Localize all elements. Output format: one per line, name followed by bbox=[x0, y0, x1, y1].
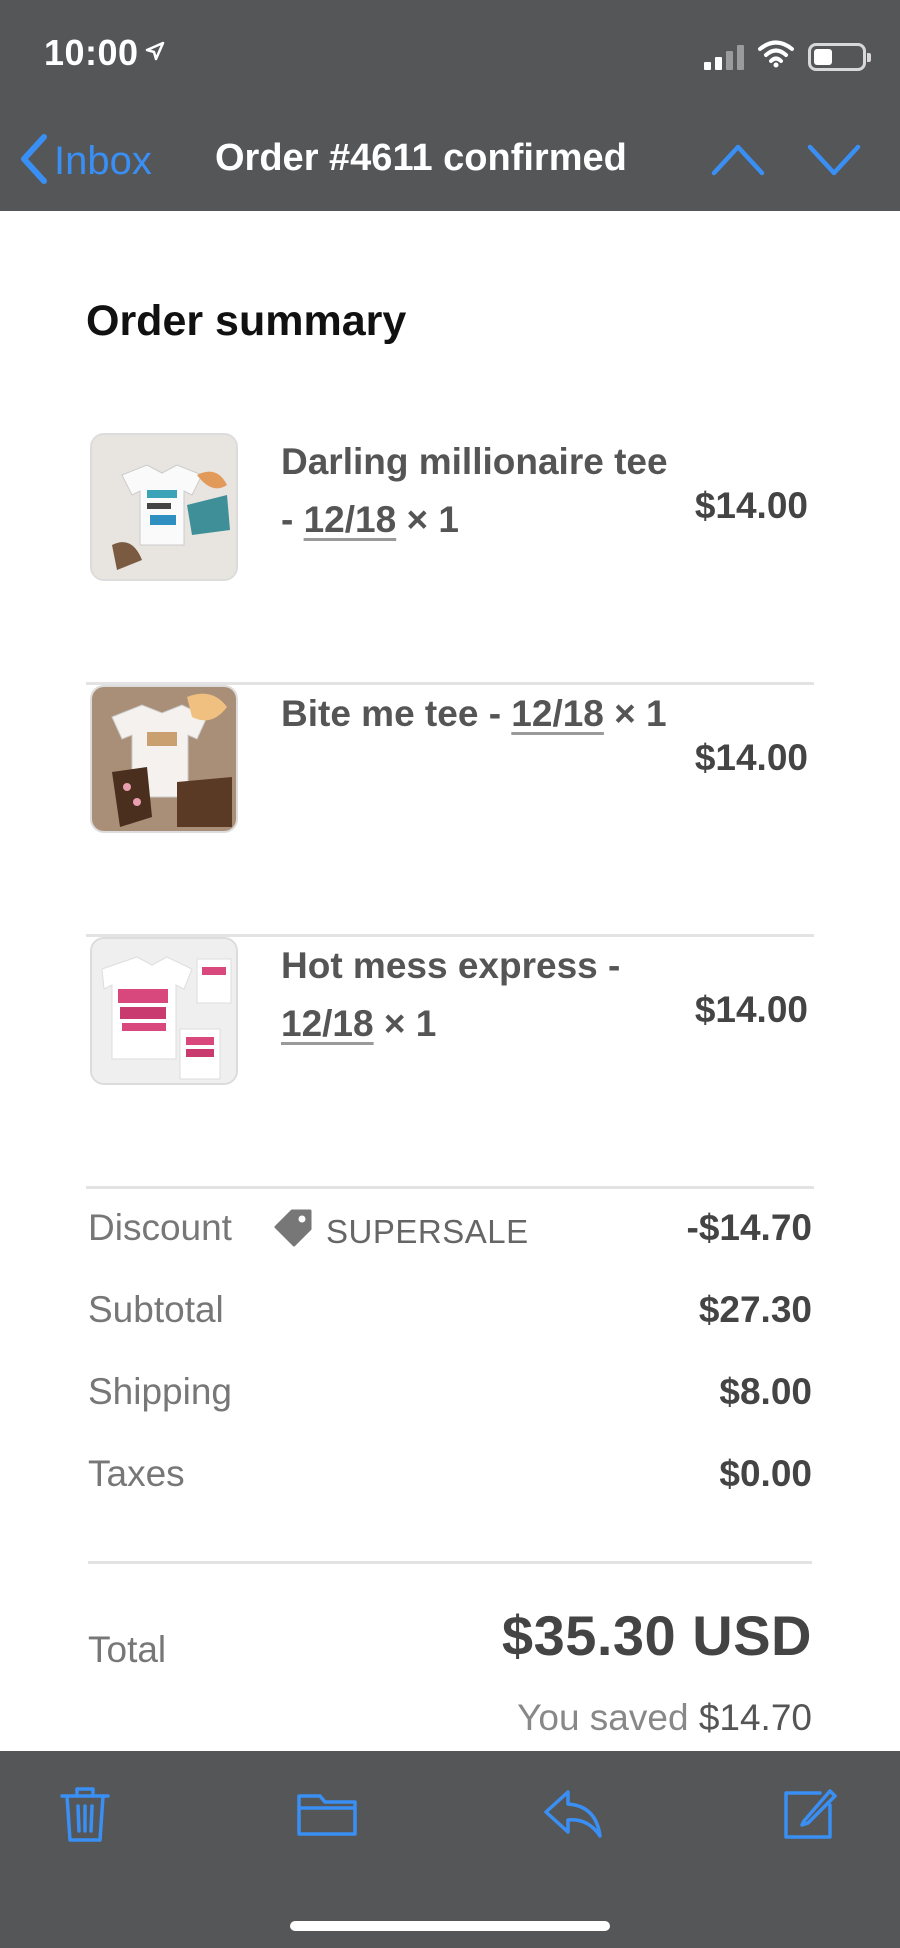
next-message-button[interactable] bbox=[806, 139, 862, 184]
item-title: Bite me tee - bbox=[281, 693, 512, 734]
cellular-signal-icon bbox=[704, 44, 744, 70]
trash-icon bbox=[58, 1784, 112, 1849]
item-variant: 12/18 bbox=[511, 693, 604, 734]
product-thumbnail bbox=[90, 685, 238, 833]
home-indicator[interactable] bbox=[290, 1921, 610, 1931]
subtotal-value: $27.30 bbox=[698, 1289, 812, 1330]
previous-message-button[interactable] bbox=[710, 139, 766, 184]
item-price: $14.00 bbox=[694, 737, 808, 778]
discount-code-text: SUPERSALE bbox=[326, 1213, 529, 1250]
discount-code: SUPERSALE bbox=[272, 1207, 529, 1257]
line-item: Hot mess express - 12/18 × 1 $14.00 bbox=[86, 937, 814, 1189]
shipping-value: $8.00 bbox=[719, 1371, 812, 1412]
divider bbox=[88, 1561, 812, 1564]
compose-icon bbox=[780, 1785, 838, 1848]
discount-row: Discount SUPERSALE -$14.70 bbox=[88, 1207, 812, 1257]
email-body: Order summary Darling millionaire tee - … bbox=[0, 211, 900, 1751]
item-quantity: × 1 bbox=[373, 1003, 437, 1044]
folder-icon bbox=[295, 1788, 359, 1845]
savings-note: You saved $14.70 bbox=[517, 1697, 812, 1739]
back-button-label: Inbox bbox=[54, 139, 152, 183]
battery-icon bbox=[808, 42, 871, 71]
item-price: $14.00 bbox=[694, 989, 808, 1030]
trash-button[interactable] bbox=[50, 1781, 120, 1851]
status-time-text: 10:00 bbox=[44, 32, 139, 73]
wifi-icon bbox=[758, 40, 794, 73]
item-name: Bite me tee - 12/18 × 1 bbox=[281, 685, 681, 743]
discount-label: Discount bbox=[88, 1207, 232, 1248]
location-arrow-icon bbox=[145, 37, 165, 68]
item-name: Darling millionaire tee - 12/18 × 1 bbox=[281, 433, 681, 549]
item-quantity: × 1 bbox=[396, 499, 459, 540]
status-indicators bbox=[704, 40, 871, 73]
discount-value: -$14.70 bbox=[686, 1207, 813, 1248]
product-thumbnail bbox=[90, 937, 238, 1085]
page-title: Order #4611 confirmed bbox=[215, 137, 627, 179]
item-price: $14.00 bbox=[694, 485, 808, 526]
item-name: Hot mess express - 12/18 × 1 bbox=[281, 937, 681, 1053]
back-button[interactable]: Inbox bbox=[18, 133, 152, 190]
nav-bar: Inbox Order #4611 confirmed bbox=[0, 105, 900, 211]
subtotal-row: Subtotal $27.30 bbox=[88, 1289, 812, 1339]
item-title: Hot mess express - bbox=[281, 945, 621, 986]
status-time: 10:00 bbox=[44, 32, 165, 74]
product-thumbnail bbox=[90, 433, 238, 581]
item-variant: 12/18 bbox=[281, 1003, 374, 1044]
compose-button[interactable] bbox=[774, 1781, 844, 1851]
reply-button[interactable] bbox=[538, 1781, 608, 1851]
savings-prefix: You saved bbox=[517, 1697, 699, 1738]
bottom-toolbar bbox=[0, 1751, 900, 1948]
taxes-row: Taxes $0.00 bbox=[88, 1453, 812, 1503]
total-value: $35.30 USD bbox=[501, 1604, 812, 1667]
shipping-row: Shipping $8.00 bbox=[88, 1371, 812, 1421]
item-variant: 12/18 bbox=[303, 499, 397, 540]
shipping-label: Shipping bbox=[88, 1371, 233, 1412]
taxes-label: Taxes bbox=[88, 1453, 185, 1494]
move-to-folder-button[interactable] bbox=[292, 1781, 362, 1851]
savings-amount: $14.70 bbox=[698, 1697, 812, 1738]
line-item: Bite me tee - 12/18 × 1 $14.00 bbox=[86, 685, 814, 937]
subtotal-label: Subtotal bbox=[88, 1289, 224, 1330]
chevron-left-icon bbox=[18, 133, 50, 190]
tag-icon bbox=[272, 1207, 314, 1257]
status-bar: 10:00 bbox=[0, 0, 900, 105]
taxes-value: $0.00 bbox=[719, 1453, 812, 1494]
line-item: Darling millionaire tee - 12/18 × 1 $14.… bbox=[86, 433, 814, 685]
item-quantity: × 1 bbox=[603, 693, 667, 734]
order-summary-title: Order summary bbox=[86, 297, 407, 345]
total-label: Total bbox=[88, 1629, 167, 1670]
reply-icon bbox=[542, 1786, 604, 1847]
